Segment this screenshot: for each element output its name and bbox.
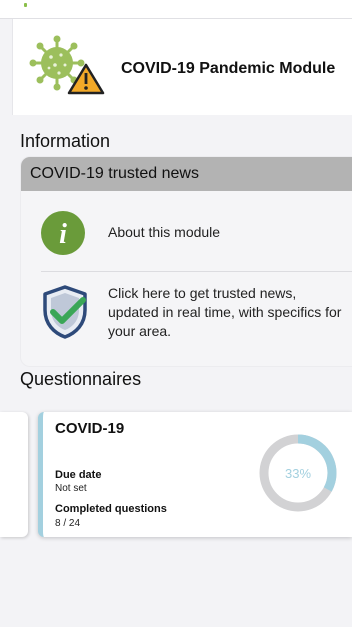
trusted-news-item[interactable]: Click here to get trusted news, updated …	[21, 272, 352, 366]
status-strip	[0, 0, 352, 18]
info-circle-icon: i	[41, 211, 85, 255]
questionnaires-heading: Questionnaires	[20, 369, 142, 389]
questionnaire-name: COVID-19	[55, 420, 125, 437]
module-title: COVID-19 Pandemic Module	[121, 60, 336, 77]
news-card-header: COVID-19 trusted news	[21, 157, 352, 191]
progress-percent: 33%	[284, 466, 312, 481]
virus-warning-icon	[29, 35, 105, 95]
previous-questionnaire-card[interactable]	[0, 412, 28, 537]
information-heading: Information	[20, 131, 111, 151]
module-sheet: COVID-19 Pandemic Module Information COV…	[0, 18, 352, 627]
top-mark	[24, 3, 27, 7]
news-card-title: COVID-19 trusted news	[30, 165, 199, 182]
about-module-label: About this module	[108, 224, 221, 240]
module-header: COVID-19 Pandemic Module	[12, 19, 352, 115]
completed-questions-value: 8 / 24	[55, 518, 81, 529]
due-date-value: Not set	[55, 483, 87, 494]
due-date-label: Due date	[55, 469, 102, 481]
completed-questions-label: Completed questions	[55, 503, 167, 515]
about-module-item[interactable]: i About this module	[21, 191, 352, 271]
trusted-news-label: Click here to get trusted news, updated …	[108, 285, 342, 339]
questionnaire-card[interactable]: COVID-19 Due date Not set Completed ques…	[38, 412, 352, 537]
trusted-news-card: COVID-19 trusted news i About this modul…	[20, 156, 352, 367]
shield-check-icon	[43, 285, 87, 339]
svg-text:i: i	[59, 219, 67, 250]
